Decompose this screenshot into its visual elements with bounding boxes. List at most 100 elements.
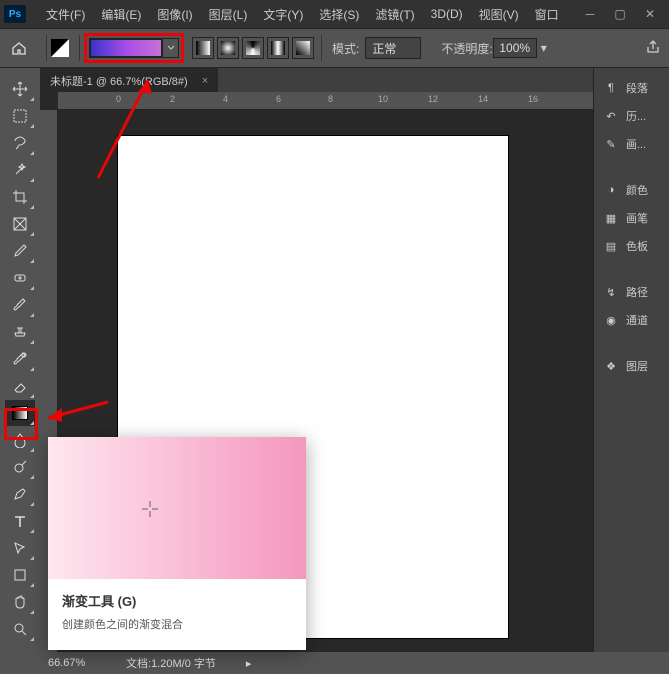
- magic-wand-tool[interactable]: [5, 157, 35, 183]
- menu-filter[interactable]: 滤镜(T): [367, 2, 422, 27]
- panel-paths[interactable]: ↯ 路径: [598, 278, 665, 306]
- marquee-tool[interactable]: [5, 103, 35, 129]
- panel-brushes[interactable]: ✎画...: [598, 130, 665, 158]
- panel-label: 段落: [626, 80, 648, 96]
- blend-mode-select[interactable]: 正常: [365, 37, 421, 59]
- opacity-scrubber-icon[interactable]: ▾: [541, 41, 547, 55]
- panel-color[interactable]: ◑颜色: [598, 176, 665, 204]
- history-brush-tool[interactable]: [5, 346, 35, 372]
- eyedropper-tool[interactable]: [5, 238, 35, 264]
- crosshair-cursor-icon: [140, 499, 160, 519]
- menu-file[interactable]: 文件(F): [38, 2, 93, 27]
- swatches-icon: ▤: [602, 238, 620, 254]
- divider: [321, 35, 322, 61]
- panel-brush-settings[interactable]: ▦画笔: [598, 204, 665, 232]
- lasso-tool[interactable]: [5, 130, 35, 156]
- dodge-tool[interactable]: [5, 454, 35, 480]
- document-tab-title: 未标题-1 @ 66.7%(RGB/8#): [50, 73, 188, 89]
- panel-dock: ¶段落 ↶历... ✎画... ◑颜色 ▦画笔 ▤ 色板 ↯ 路径 ◉通道 ❖ 图层: [593, 68, 669, 652]
- options-bar: 模式: 正常 不透明度: 100% ▾: [0, 28, 669, 68]
- menu-3d[interactable]: 3D(D): [423, 3, 471, 25]
- layers-icon: ❖: [602, 358, 620, 374]
- panel-swatches[interactable]: ▤ 色板: [598, 232, 665, 260]
- opacity-value[interactable]: 100%: [493, 38, 537, 58]
- maximize-button[interactable]: ▢: [605, 3, 635, 25]
- panel-label: 画笔: [626, 210, 648, 226]
- tool-tooltip: 渐变工具 (G) 创建颜色之间的渐变混合: [48, 437, 306, 650]
- menu-window[interactable]: 窗口: [527, 2, 567, 27]
- panel-gap: [598, 260, 665, 278]
- panel-channels[interactable]: ◉通道: [598, 306, 665, 334]
- panel-label: 图层: [626, 358, 648, 374]
- home-icon[interactable]: [8, 39, 30, 57]
- panel-label: 通道: [626, 312, 648, 328]
- menu-view[interactable]: 视图(V): [471, 2, 527, 27]
- status-bar: 66.67% 文档: 1.20M/0 字节 ▸: [0, 652, 669, 674]
- ruler-horizontal[interactable]: 0 2 4 6 8 10 12 14 16: [58, 92, 593, 110]
- healing-brush-tool[interactable]: [5, 265, 35, 291]
- move-tool[interactable]: [5, 76, 35, 102]
- ruler-tick: 2: [170, 94, 175, 104]
- menu-image[interactable]: 图像(I): [149, 2, 200, 27]
- divider: [79, 35, 80, 61]
- status-zoom[interactable]: 66.67%: [48, 657, 108, 669]
- gradient-type-linear[interactable]: [192, 37, 214, 59]
- annotation-highlight-tool: [4, 408, 38, 440]
- minimize-button[interactable]: ─: [575, 3, 605, 25]
- panel-history[interactable]: ↶历...: [598, 102, 665, 130]
- frame-tool[interactable]: [5, 211, 35, 237]
- options-right: [645, 39, 661, 58]
- color-icon: ◑: [602, 182, 620, 198]
- panel-gap: [598, 334, 665, 352]
- shape-tool[interactable]: [5, 562, 35, 588]
- gradient-type-radial[interactable]: [217, 37, 239, 59]
- tooltip-description: 创建颜色之间的渐变混合: [62, 616, 292, 632]
- panel-label: 色板: [626, 238, 648, 254]
- tab-close-icon[interactable]: ×: [202, 75, 208, 87]
- brush-icon: ✎: [602, 136, 620, 152]
- tooltip-body: 渐变工具 (G) 创建颜色之间的渐变混合: [48, 579, 306, 650]
- tooltip-preview: [48, 437, 306, 579]
- close-button[interactable]: ✕: [635, 3, 665, 25]
- gradient-tool-icon[interactable]: [51, 39, 69, 57]
- opacity-label: 不透明度:: [441, 40, 492, 57]
- status-flyout-icon[interactable]: ▸: [246, 657, 252, 670]
- type-tool[interactable]: [5, 508, 35, 534]
- gradient-type-reflected[interactable]: [267, 37, 289, 59]
- share-icon[interactable]: [645, 39, 661, 58]
- document-tab-bar: 未标题-1 @ 66.7%(RGB/8#) ×: [40, 68, 593, 92]
- tool-panel: [0, 68, 40, 652]
- menu-type[interactable]: 文字(Y): [255, 2, 311, 27]
- ruler-tick: 6: [276, 94, 281, 104]
- gradient-picker-highlight: [84, 33, 184, 63]
- brush-tool[interactable]: [5, 292, 35, 318]
- panel-label: 路径: [626, 284, 648, 300]
- tooltip-title: 渐变工具 (G): [62, 591, 292, 610]
- crop-tool[interactable]: [5, 184, 35, 210]
- zoom-tool[interactable]: [5, 616, 35, 642]
- ruler-tick: 16: [528, 94, 538, 104]
- gradient-dropdown-icon[interactable]: [162, 39, 178, 57]
- pen-tool[interactable]: [5, 481, 35, 507]
- gradient-type-angle[interactable]: [242, 37, 264, 59]
- gradient-type-diamond[interactable]: [292, 37, 314, 59]
- menu-bar: Ps 文件(F) 编辑(E) 图像(I) 图层(L) 文字(Y) 选择(S) 滤…: [0, 0, 669, 28]
- ruler-tick: 14: [478, 94, 488, 104]
- panel-paragraph[interactable]: ¶段落: [598, 74, 665, 102]
- clone-stamp-tool[interactable]: [5, 319, 35, 345]
- gradient-preview[interactable]: [90, 39, 162, 57]
- menu-layer[interactable]: 图层(L): [201, 2, 256, 27]
- paths-icon: ↯: [602, 284, 620, 300]
- menu-edit[interactable]: 编辑(E): [93, 2, 149, 27]
- menu-select[interactable]: 选择(S): [311, 2, 367, 27]
- panel-gap: [598, 158, 665, 176]
- hand-tool[interactable]: [5, 589, 35, 615]
- ruler-tick: 4: [223, 94, 228, 104]
- panel-layers[interactable]: ❖ 图层: [598, 352, 665, 380]
- document-tab[interactable]: 未标题-1 @ 66.7%(RGB/8#) ×: [40, 67, 218, 93]
- ruler-tick: 12: [428, 94, 438, 104]
- eraser-tool[interactable]: [5, 373, 35, 399]
- path-selection-tool[interactable]: [5, 535, 35, 561]
- status-doc-value[interactable]: 1.20M/0 字节: [151, 655, 216, 671]
- gradient-picker[interactable]: [89, 38, 179, 58]
